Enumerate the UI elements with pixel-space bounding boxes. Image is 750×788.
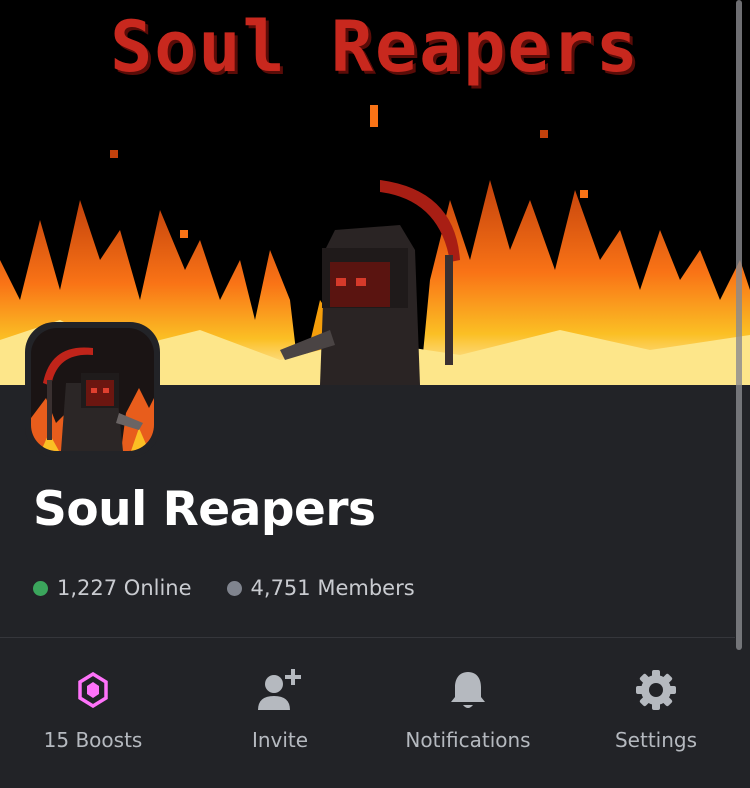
member-count-label: 4,751 Members [250,576,415,600]
member-count: 4,751 Members [226,576,415,600]
boosts-label: 15 Boosts [43,728,143,752]
online-count-label: 1,227 Online [57,576,192,600]
server-icon-image [31,328,154,451]
online-count: 1,227 Online [33,576,192,600]
gear-icon [636,670,676,710]
invite-label: Invite [251,728,309,752]
online-dot-icon [33,580,48,596]
notifications-button[interactable]: Notifications [378,660,558,752]
settings-button[interactable]: Settings [566,660,746,752]
action-bar: 15 Boosts Invite Notifications Settings [0,660,750,770]
banner-title: Soul Reapers [110,6,640,88]
boost-gem-icon [78,672,108,708]
server-name: Soul Reapers [33,482,376,537]
server-icon[interactable] [25,322,160,457]
bell-icon [451,672,485,708]
divider [0,637,735,638]
members-dot-icon [226,580,242,596]
invite-button[interactable]: Invite [190,660,370,752]
add-user-icon [258,669,301,710]
scrollbar[interactable] [736,0,742,650]
server-stats: 1,227 Online 4,751 Members [33,576,450,600]
boosts-button[interactable]: 15 Boosts [3,660,183,752]
notifications-label: Notifications [405,728,531,752]
settings-label: Settings [614,728,698,752]
